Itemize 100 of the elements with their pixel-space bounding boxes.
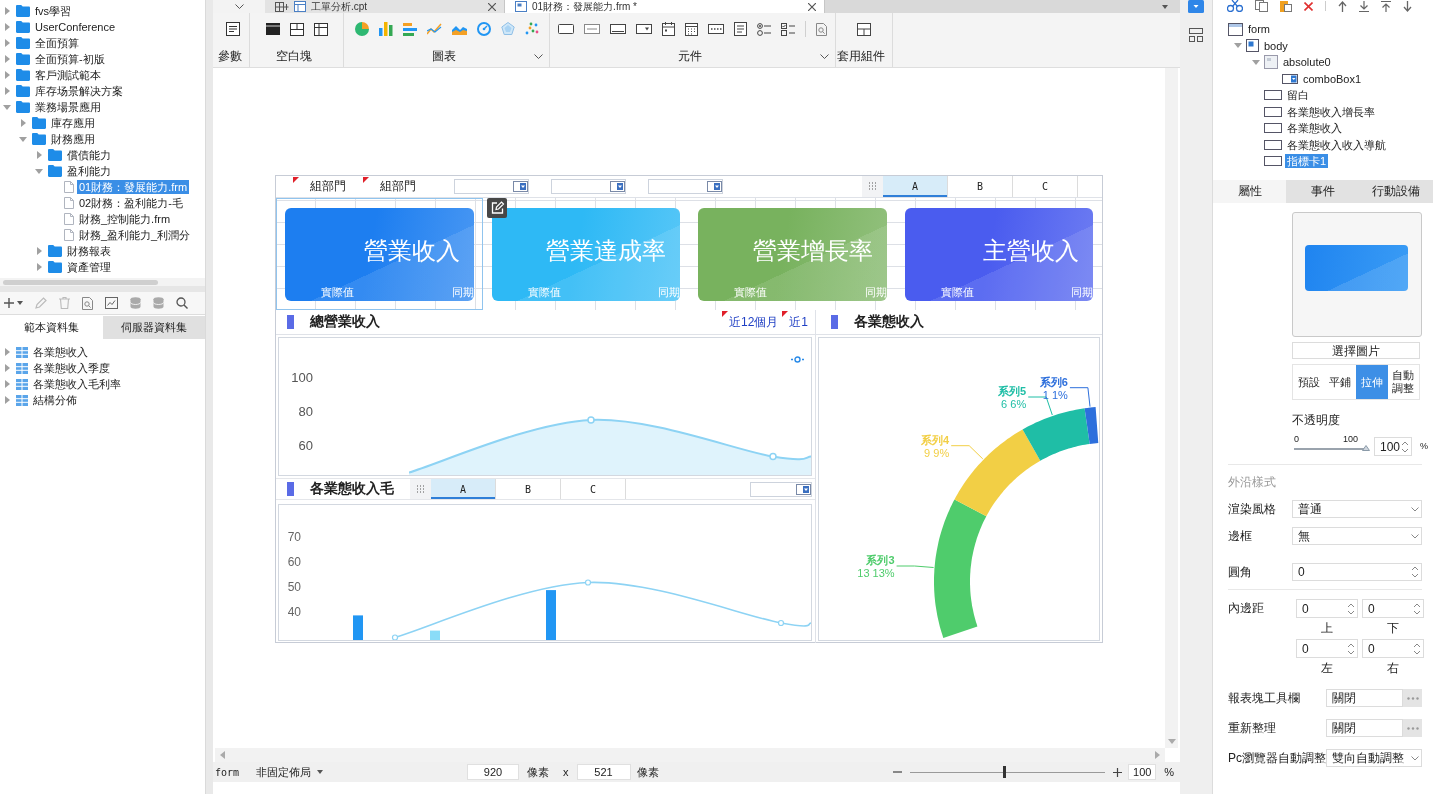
tree-item[interactable]: 全面預算-初版: [33, 52, 107, 66]
select-field[interactable]: 無: [1292, 527, 1422, 545]
grip-icon[interactable]: [868, 182, 877, 191]
tab[interactable]: 屬性: [1213, 180, 1287, 203]
number-field[interactable]: 0: [1296, 599, 1358, 618]
dropdown-button-icon[interactable]: [610, 181, 625, 192]
plus-icon[interactable]: [4, 298, 14, 308]
tree-item[interactable]: comboBox1: [1301, 71, 1364, 86]
text-field[interactable]: 關閉: [1326, 719, 1403, 737]
calendar-grid-icon[interactable]: [685, 22, 698, 36]
editor-tab[interactable]: 01財務：發展能力.frm *: [505, 0, 825, 13]
database-icon[interactable]: [130, 297, 141, 309]
text-field-icon[interactable]: [610, 24, 626, 34]
text-field[interactable]: 關閉: [1326, 689, 1403, 707]
tree-item[interactable]: 資產管理: [65, 260, 113, 274]
bar-chart-icon[interactable]: [378, 22, 393, 36]
select-field[interactable]: 雙向自動調整: [1326, 749, 1422, 767]
select-field[interactable]: 普通: [1292, 500, 1422, 518]
arrow-down-bar-icon[interactable]: [1359, 0, 1369, 12]
filled-block-icon[interactable]: [265, 23, 280, 35]
database-icon[interactable]: [153, 297, 164, 309]
caret-right-icon[interactable]: [4, 7, 10, 15]
chevron-down-icon[interactable]: [820, 53, 829, 59]
tree-item[interactable]: 庫存應用: [49, 116, 97, 130]
tree-item[interactable]: 各業態收入增長率: [1285, 104, 1377, 119]
dropdown-field[interactable]: [648, 179, 723, 194]
caret-right-icon[interactable]: [20, 119, 26, 127]
caret-down-icon[interactable]: [1162, 4, 1168, 9]
dropdown-field[interactable]: [551, 179, 626, 194]
width-field[interactable]: 920: [467, 764, 519, 780]
cross-icon[interactable]: [1304, 1, 1313, 11]
caret-right-icon[interactable]: [4, 39, 10, 47]
pie-chart-icon[interactable]: [354, 22, 369, 36]
arrow-down-icon[interactable]: [1403, 0, 1412, 12]
form-box-icon[interactable]: [226, 22, 240, 36]
caret-right-icon[interactable]: [4, 396, 10, 404]
caret-right-icon[interactable]: [4, 71, 10, 79]
tree-item[interactable]: 库存场景解决方案: [33, 84, 125, 98]
card-cell[interactable]: 營業收入 實際值 同期: [276, 198, 483, 310]
stepper-icon[interactable]: [1411, 565, 1419, 579]
tree-item[interactable]: form: [1246, 22, 1272, 37]
tree-item[interactable]: 結構分佈: [31, 393, 79, 407]
caret-right-icon[interactable]: [4, 364, 10, 372]
card-cell[interactable]: 主營收入 實際值 同期: [895, 198, 1102, 310]
arrow-left-icon[interactable]: [220, 751, 225, 759]
chevron-down-icon[interactable]: [1411, 755, 1419, 761]
tree-item[interactable]: fvs學習: [33, 4, 74, 18]
tree-item[interactable]: 留白: [1285, 88, 1311, 103]
caret-right-icon[interactable]: [36, 247, 42, 255]
ring-icon[interactable]: [791, 356, 804, 363]
minus-icon[interactable]: [893, 771, 903, 773]
close-icon[interactable]: [808, 2, 816, 11]
caret-right-icon[interactable]: [4, 55, 10, 63]
pencil-square-icon[interactable]: [487, 198, 507, 218]
button-shape-icon[interactable]: [558, 24, 574, 34]
tree-item[interactable]: 各業態收入: [1285, 121, 1344, 136]
document-search-icon[interactable]: [816, 22, 827, 36]
trash-icon[interactable]: [59, 297, 70, 309]
caret-right-icon[interactable]: [36, 151, 42, 159]
arrow-right-icon[interactable]: [1155, 751, 1160, 759]
paste-icon[interactable]: [1280, 0, 1292, 12]
number-field[interactable]: 0: [1362, 599, 1424, 618]
tree-item[interactable]: body: [1262, 38, 1290, 53]
tree-item[interactable]: 業務場景應用: [33, 100, 103, 114]
grip-icon[interactable]: [416, 484, 425, 494]
calendar-icon[interactable]: [662, 22, 675, 36]
dropdown-button-icon[interactable]: [707, 181, 722, 192]
stepper-icon[interactable]: [1401, 439, 1409, 454]
number-field[interactable]: 0: [1292, 563, 1422, 581]
scatter-chart-icon[interactable]: [524, 22, 539, 36]
dropdown-field[interactable]: [454, 179, 529, 194]
chevron-down-icon[interactable]: [234, 4, 244, 9]
scrollbar[interactable]: [215, 748, 1165, 762]
chevron-down-icon[interactable]: [1411, 506, 1419, 512]
area-chart-icon[interactable]: [451, 23, 467, 35]
column-header[interactable]: A: [883, 176, 948, 197]
height-field[interactable]: 521: [576, 764, 631, 780]
tree-item[interactable]: 財務_盈利能力_利潤分: [77, 228, 193, 242]
tree-item[interactable]: 各業態收入: [31, 345, 90, 359]
stepper-icon[interactable]: [1347, 641, 1355, 656]
stepper-icon[interactable]: [1413, 641, 1421, 656]
gauge-icon[interactable]: [476, 22, 491, 36]
editor-tab[interactable]: 工單分析.cpt: [265, 0, 505, 13]
number-field-icon[interactable]: [708, 24, 724, 34]
scissors-icon[interactable]: [1227, 0, 1243, 12]
caret-right-icon[interactable]: [36, 263, 42, 271]
choose-image-button[interactable]: 選擇圖片: [1292, 342, 1420, 359]
number-field[interactable]: 0: [1362, 639, 1424, 658]
dropdown-button-icon[interactable]: [513, 181, 528, 192]
checkbox-list-icon[interactable]: [781, 22, 795, 36]
zoom-field[interactable]: 100: [1128, 764, 1157, 780]
number-field[interactable]: 0: [1296, 639, 1358, 658]
caret-right-icon[interactable]: [4, 380, 10, 388]
caret-right-icon[interactable]: [4, 87, 10, 95]
tree-item[interactable]: 償債能力: [65, 148, 113, 162]
number-field[interactable]: 100: [1374, 437, 1412, 456]
dropdown-button-icon[interactable]: [796, 483, 811, 495]
tree-item[interactable]: 各業態收入毛利率: [31, 377, 123, 391]
line-chart-icon[interactable]: [426, 23, 442, 35]
caret-down-icon[interactable]: [317, 770, 323, 774]
